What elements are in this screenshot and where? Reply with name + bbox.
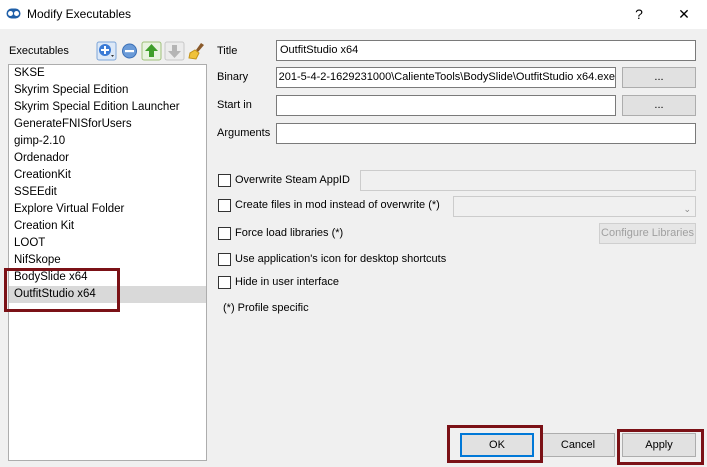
help-button[interactable]: ? [624, 3, 654, 25]
configure-libraries-button: Configure Libraries [599, 223, 696, 244]
title-field-label: Title [217, 45, 238, 57]
close-button[interactable]: ✕ [669, 3, 699, 25]
arguments-field-label: Arguments [217, 127, 271, 139]
list-item[interactable]: SKSE [9, 65, 206, 82]
minus-icon [122, 43, 137, 59]
arrow-up-icon [141, 41, 162, 61]
list-item[interactable]: Skyrim Special Edition [9, 82, 206, 99]
ok-highlight-box [447, 425, 543, 463]
use-icon-checkbox[interactable] [218, 253, 231, 266]
browse-start-in-button[interactable]: ... [622, 95, 696, 116]
binary-input[interactable]: 201-5-4-2-1629231000\CalienteTools\BodyS… [276, 67, 616, 88]
hide-ui-label: Hide in user interface [235, 276, 339, 288]
binary-field-label: Binary [217, 71, 249, 83]
appid-input [360, 170, 696, 191]
move-down-button[interactable] [164, 41, 185, 61]
create-files-label: Create files in mod instead of overwrite… [235, 199, 440, 211]
arguments-input[interactable] [276, 123, 696, 144]
force-load-label: Force load libraries (*) [235, 227, 344, 239]
start-in-input[interactable] [276, 95, 616, 116]
create-files-checkbox[interactable] [218, 199, 231, 212]
overwrite-appid-label: Overwrite Steam AppID [235, 174, 350, 186]
mod-select: ⌄ [453, 196, 696, 217]
force-load-checkbox[interactable] [218, 227, 231, 240]
list-item[interactable]: gimp-2.10 [9, 133, 206, 150]
clean-button[interactable] [187, 41, 208, 61]
list-item[interactable]: Ordenador [9, 150, 206, 167]
list-item[interactable]: GenerateFNISforUsers [9, 116, 206, 133]
list-item[interactable]: LOOT [9, 235, 206, 252]
start-in-field-label: Start in [217, 99, 252, 111]
list-item[interactable]: NifSkope [9, 252, 206, 269]
executables-list[interactable]: SKSE Skyrim Special Edition Skyrim Special… [8, 64, 207, 461]
list-item[interactable]: Explore Virtual Folder [9, 201, 206, 218]
profile-specific-note: (*) Profile specific [223, 302, 309, 314]
broom-icon [188, 43, 204, 60]
window-title: Modify Executables [27, 7, 132, 21]
title-bar: Modify Executables ? ✕ [0, 0, 707, 29]
plus-icon [96, 41, 117, 61]
hide-ui-checkbox[interactable] [218, 276, 231, 289]
chevron-down-icon: ⌄ [683, 204, 691, 214]
list-item[interactable]: CreationKit [9, 167, 206, 184]
list-highlight-box [4, 268, 120, 312]
list-item[interactable]: SSEEdit [9, 184, 206, 201]
mo2-app-icon [6, 8, 21, 19]
list-item[interactable]: Creation Kit [9, 218, 206, 235]
remove-executable-button[interactable] [119, 41, 140, 61]
use-icon-label: Use application's icon for desktop short… [235, 253, 447, 265]
browse-binary-button[interactable]: ... [622, 67, 696, 88]
apply-highlight-box [617, 429, 704, 465]
executables-label: Executables [9, 45, 69, 57]
move-up-button[interactable] [141, 41, 162, 61]
arrow-down-icon [164, 41, 185, 61]
list-item[interactable]: Skyrim Special Edition Launcher [9, 99, 206, 116]
add-executable-button[interactable] [96, 41, 117, 61]
overwrite-appid-checkbox[interactable] [218, 174, 231, 187]
cancel-button[interactable]: Cancel [541, 433, 615, 457]
binary-input-value: 201-5-4-2-1629231000\CalienteTools\BodyS… [278, 71, 615, 83]
title-input[interactable]: OutfitStudio x64 [276, 40, 696, 61]
